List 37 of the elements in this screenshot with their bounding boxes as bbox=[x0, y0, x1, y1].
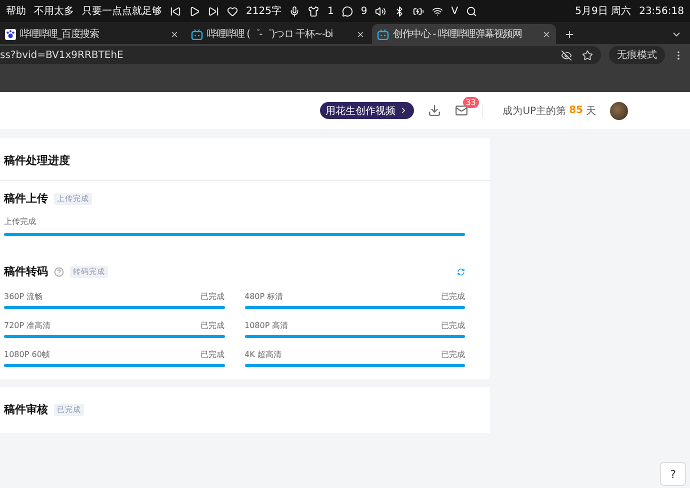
lyrics-text: 只要一点点就足够 bbox=[82, 4, 162, 18]
browser-tab[interactable]: 创作中心 - 哔哩哔哩弹幕视频网 bbox=[372, 24, 556, 44]
incognito-button[interactable]: 无痕模式 bbox=[609, 46, 665, 64]
status-text: 已完成 bbox=[200, 349, 224, 360]
create-video-button[interactable]: 用花生创作视频 bbox=[320, 102, 414, 119]
chat-count[interactable]: 9 bbox=[360, 6, 368, 16]
input-method[interactable]: V bbox=[451, 6, 458, 16]
menu-date[interactable]: 5月9日 周六 bbox=[575, 4, 632, 18]
section-title: 稿件上传 bbox=[4, 191, 48, 206]
resolution-label: 4K 超高清 bbox=[244, 349, 282, 360]
section-title: 稿件审核 bbox=[4, 402, 48, 417]
up-days-label: 成为UP主的第 bbox=[502, 104, 566, 118]
help-button[interactable]: ? bbox=[660, 462, 686, 486]
resolution-label: 1080P 高清 bbox=[244, 320, 288, 331]
up-days-unit: 天 bbox=[586, 104, 596, 118]
menu-time[interactable]: 23:56:18 bbox=[639, 6, 684, 16]
message-badge: 33 bbox=[462, 97, 479, 108]
status-text: 已完成 bbox=[441, 320, 465, 331]
word-count[interactable]: 2125字 bbox=[246, 4, 282, 18]
browser-tab[interactable]: 哔哩哔哩_百度搜索 bbox=[0, 24, 184, 44]
status-text: 已完成 bbox=[200, 320, 224, 331]
resolution-label: 1080P 60帧 bbox=[4, 349, 50, 360]
lyrics-text: 不用太多 bbox=[34, 4, 74, 18]
resolution-label: 720P 准高清 bbox=[4, 320, 51, 331]
resolution-label: 360P 流畅 bbox=[4, 291, 43, 302]
status-text: 已完成 bbox=[200, 291, 224, 302]
section-title: 稿件转码 bbox=[4, 264, 48, 279]
progress-label: 上传完成 bbox=[4, 216, 37, 227]
status-text: 已完成 bbox=[441, 291, 465, 302]
address-bar[interactable]: ss?bvid=BV1x9RRBTEhE bbox=[0, 46, 601, 64]
menu-item[interactable]: 帮助 bbox=[6, 4, 26, 18]
status-text: 已完成 bbox=[441, 349, 465, 360]
up-days-count: 85 bbox=[569, 105, 583, 116]
browser-tab[interactable]: 哔哩哔哩 (゜-゜)つロ 干杯~-bi bbox=[186, 24, 370, 44]
resolution-label: 480P 标清 bbox=[244, 291, 284, 302]
shirt-count[interactable]: 1 bbox=[327, 6, 334, 16]
card-title: 稿件处理进度 bbox=[0, 138, 490, 181]
